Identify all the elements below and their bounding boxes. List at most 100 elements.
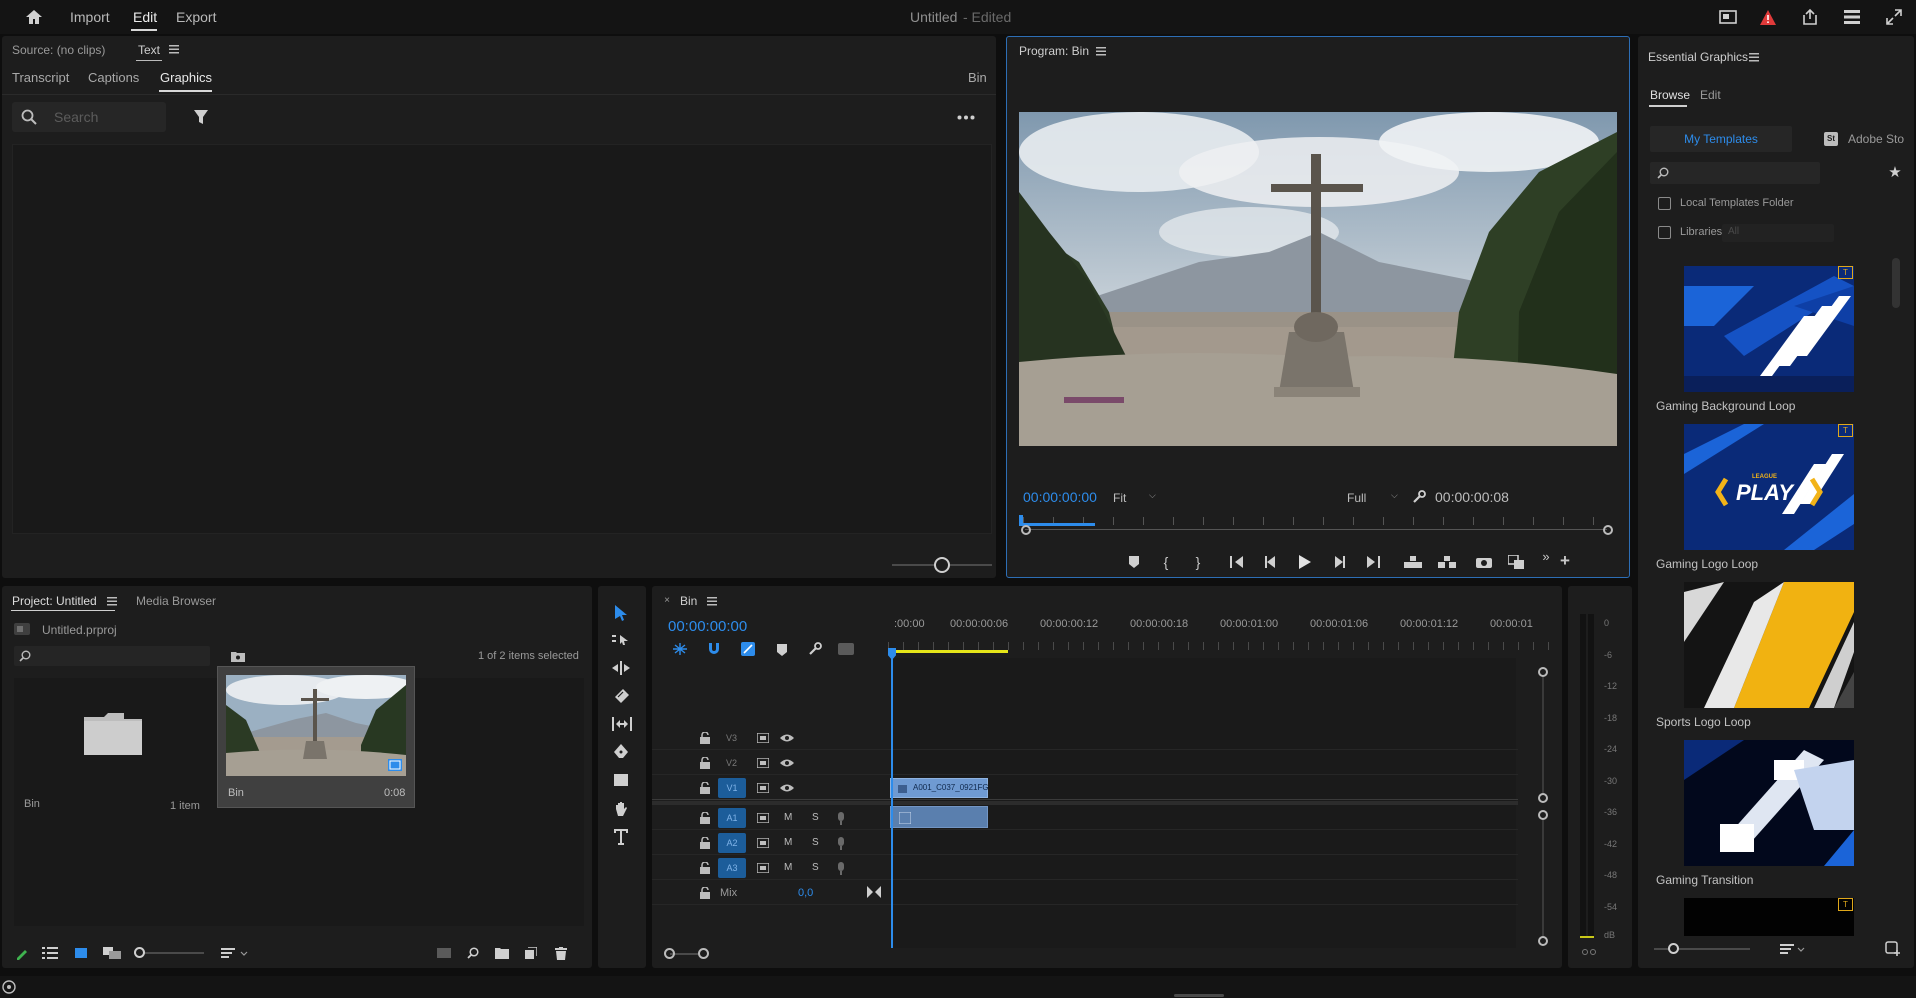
- sync-lock-icon[interactable]: [756, 837, 770, 849]
- button-editor-icon[interactable]: +: [1557, 551, 1573, 570]
- tab-graphics[interactable]: Graphics: [160, 70, 212, 85]
- selection-tool-icon[interactable]: [612, 604, 630, 622]
- menu-edit[interactable]: Edit: [133, 9, 157, 25]
- program-title[interactable]: Program: Bin: [1019, 44, 1089, 58]
- sort-icon[interactable]: [1778, 942, 1808, 956]
- libraries-checkbox[interactable]: [1658, 226, 1671, 239]
- quick-export-icon[interactable]: [1718, 8, 1738, 26]
- template-thumbnail-gaming-transition[interactable]: [1684, 740, 1854, 866]
- playhead-marker[interactable]: [1019, 515, 1023, 525]
- track-target-a1[interactable]: A1: [718, 808, 746, 828]
- lock-icon[interactable]: [700, 837, 710, 849]
- sync-lock-icon[interactable]: [756, 812, 770, 824]
- essential-graphics-menu-icon[interactable]: [1748, 51, 1760, 63]
- audio-clip[interactable]: [890, 806, 988, 828]
- sequence-tab-name[interactable]: Bin: [680, 594, 697, 608]
- new-search-bin-icon[interactable]: [230, 649, 246, 663]
- project-search-box[interactable]: [14, 646, 210, 666]
- timeline-zoom-scroll[interactable]: [664, 948, 709, 960]
- pen-tool-icon[interactable]: [612, 744, 630, 760]
- new-bin-icon[interactable]: [494, 946, 510, 960]
- program-timecode-current[interactable]: 00:00:00:00: [1023, 489, 1097, 505]
- ripple-edit-tool-icon[interactable]: [612, 660, 630, 676]
- video-tracks-scroll-handle[interactable]: [1538, 667, 1548, 677]
- source-label[interactable]: Source: (no clips): [12, 43, 105, 57]
- text-tab[interactable]: Text: [138, 43, 160, 57]
- hand-tool-icon[interactable]: [612, 800, 630, 818]
- go-to-out-icon[interactable]: [1365, 555, 1381, 569]
- scrub-end-handle[interactable]: [1603, 525, 1613, 535]
- list-view-icon[interactable]: [42, 947, 58, 959]
- scrub-start-handle[interactable]: [1021, 525, 1031, 535]
- tab-media-browser[interactable]: Media Browser: [136, 594, 216, 608]
- zoom-slider[interactable]: [134, 947, 204, 959]
- mute-button[interactable]: M: [784, 812, 792, 823]
- type-tool-icon[interactable]: [612, 828, 630, 846]
- audio-tracks-scroll-handle[interactable]: [1538, 936, 1548, 946]
- quality-dropdown[interactable]: Full ⌵: [1347, 490, 1403, 508]
- text-panel-menu-icon[interactable]: [168, 43, 180, 55]
- sync-lock-icon[interactable]: [756, 862, 770, 874]
- template-thumbnail-gaming-background-loop[interactable]: [1684, 266, 1854, 392]
- sync-lock-icon[interactable]: [756, 782, 770, 794]
- microphone-icon[interactable]: [836, 836, 846, 850]
- export-frame-icon[interactable]: [1475, 555, 1493, 569]
- scroll-end-handle[interactable]: [698, 948, 709, 959]
- filter-icon[interactable]: [192, 108, 210, 126]
- home-icon[interactable]: [24, 7, 44, 27]
- find-icon[interactable]: [466, 946, 480, 960]
- track-select-tool-icon[interactable]: [612, 632, 630, 648]
- program-scrub-bar[interactable]: [1019, 515, 1619, 535]
- linked-selection-icon[interactable]: [740, 641, 756, 657]
- wrench-icon[interactable]: [1411, 489, 1427, 505]
- track-target-a2[interactable]: A2: [718, 833, 746, 853]
- lock-icon[interactable]: [700, 862, 710, 874]
- freeform-view-icon[interactable]: [102, 946, 122, 960]
- fit-dropdown[interactable]: Fit ⌵: [1113, 490, 1161, 508]
- share-icon[interactable]: [1800, 7, 1820, 27]
- templates-scrollbar[interactable]: [1892, 258, 1900, 308]
- video-clip[interactable]: A001_C037_0921FG: [890, 778, 989, 798]
- tab-edit[interactable]: Edit: [1700, 88, 1721, 102]
- eye-icon[interactable]: [780, 782, 794, 794]
- template-size-slider[interactable]: [1654, 942, 1750, 956]
- time-ruler[interactable]: :00:00 00:00:00:06 00:00:00:12 00:00:00:…: [888, 614, 1552, 654]
- bin-folder-item[interactable]: Bin 1 item: [14, 678, 210, 814]
- fullscreen-icon[interactable]: [1884, 7, 1904, 27]
- add-marker-icon[interactable]: [1127, 555, 1141, 569]
- scroll-start-handle[interactable]: [664, 948, 675, 959]
- comparison-view-icon[interactable]: [1507, 555, 1525, 569]
- mark-out-icon[interactable]: }: [1191, 553, 1205, 571]
- essential-graphics-title[interactable]: Essential Graphics: [1648, 50, 1748, 64]
- sync-lock-icon[interactable]: [756, 757, 770, 769]
- sequence-menu-icon[interactable]: [706, 595, 718, 607]
- new-item-icon[interactable]: [524, 946, 538, 960]
- work-area-bar[interactable]: [888, 650, 1008, 653]
- go-to-end-icon[interactable]: [866, 885, 882, 899]
- solo-button[interactable]: S: [812, 812, 819, 823]
- template-thumbnail-partial[interactable]: [1684, 898, 1854, 936]
- mute-button[interactable]: M: [784, 837, 792, 848]
- workspaces-icon[interactable]: [1842, 8, 1862, 26]
- solo-button[interactable]: S: [812, 862, 819, 873]
- mute-button[interactable]: M: [784, 862, 792, 873]
- adobe-stock-button[interactable]: St Adobe Sto: [1824, 126, 1912, 152]
- favorites-star-icon[interactable]: ★: [1886, 163, 1904, 181]
- video-tracks-scroll-handle[interactable]: [1538, 793, 1548, 803]
- lock-icon[interactable]: [700, 782, 710, 794]
- background-tasks-icon[interactable]: [2, 980, 16, 994]
- template-thumbnail-sports-logo-loop[interactable]: [1684, 582, 1854, 708]
- thumbnail-size-slider[interactable]: [892, 557, 992, 573]
- new-layer-icon[interactable]: [1884, 940, 1902, 958]
- icon-view-icon[interactable]: [74, 947, 88, 959]
- template-thumbnail-gaming-logo-loop[interactable]: LEAGUE PLAY: [1684, 424, 1854, 550]
- libraries-select[interactable]: All: [1722, 224, 1834, 242]
- graphics-search-box[interactable]: Search: [12, 102, 166, 132]
- insert-sequence-nest-icon[interactable]: [672, 642, 688, 656]
- lock-icon[interactable]: [700, 887, 710, 899]
- menu-export[interactable]: Export: [176, 9, 216, 25]
- graphics-search-input[interactable]: Search: [54, 109, 98, 125]
- close-sequence-icon[interactable]: ×: [662, 595, 672, 606]
- add-marker-icon[interactable]: [776, 643, 788, 657]
- tab-transcript[interactable]: Transcript: [12, 70, 69, 85]
